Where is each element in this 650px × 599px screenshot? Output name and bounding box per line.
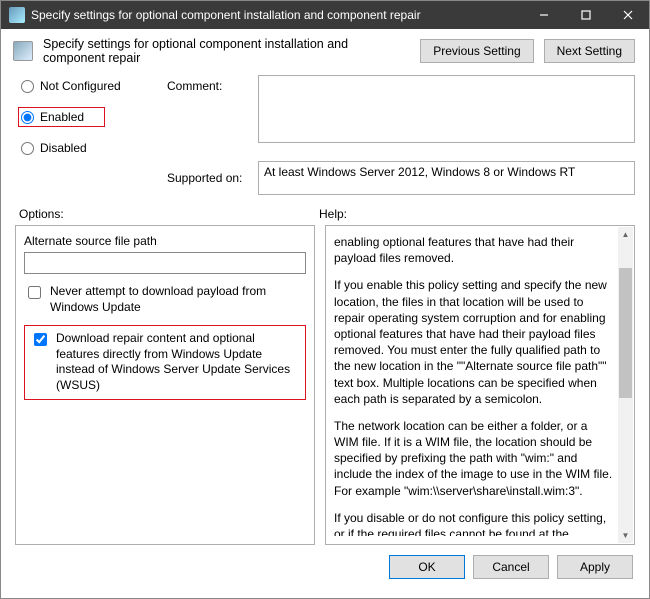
alternate-path-input[interactable] — [24, 252, 306, 274]
scrollbar[interactable]: ▲ ▼ — [618, 227, 633, 543]
help-paragraph: If you enable this policy setting and sp… — [334, 277, 614, 407]
download-repair-row[interactable]: Download repair content and optional fea… — [30, 331, 300, 393]
comment-label: Comment: — [167, 75, 252, 93]
help-paragraph: The network location can be either a fol… — [334, 418, 614, 499]
never-download-row[interactable]: Never attempt to download payload from W… — [24, 284, 306, 315]
never-download-checkbox[interactable] — [28, 286, 41, 299]
comment-textarea[interactable] — [258, 75, 635, 143]
supported-on-box — [258, 161, 635, 195]
close-button[interactable] — [607, 1, 649, 29]
window-title: Specify settings for optional component … — [31, 8, 421, 22]
help-paragraph: enabling optional features that have had… — [334, 234, 614, 266]
radio-enabled-input[interactable] — [21, 111, 34, 124]
radio-disabled-input[interactable] — [21, 142, 34, 155]
cancel-button[interactable]: Cancel — [473, 555, 549, 579]
page-title: Specify settings for optional component … — [43, 37, 393, 65]
radio-enabled[interactable]: Enabled — [21, 110, 84, 124]
titlebar: Specify settings for optional component … — [1, 1, 649, 29]
supported-on-label: Supported on: — [167, 171, 252, 185]
minimize-button[interactable] — [523, 1, 565, 29]
ok-button[interactable]: OK — [389, 555, 465, 579]
help-panel: enabling optional features that have had… — [325, 225, 635, 545]
radio-not-configured-input[interactable] — [21, 80, 34, 93]
alternate-path-label: Alternate source file path — [24, 234, 306, 248]
app-icon — [9, 7, 25, 23]
radio-label: Enabled — [40, 110, 84, 124]
never-download-label: Never attempt to download payload from W… — [50, 284, 306, 315]
radio-label: Not Configured — [40, 79, 121, 93]
policy-icon — [13, 41, 33, 61]
download-repair-checkbox[interactable] — [34, 333, 47, 346]
header: Specify settings for optional component … — [1, 29, 649, 75]
download-repair-label: Download repair content and optional fea… — [56, 331, 300, 393]
options-label: Options: — [19, 207, 319, 221]
scroll-up-icon[interactable]: ▲ — [618, 227, 633, 242]
help-paragraph: If you disable or do not configure this … — [334, 510, 614, 536]
next-setting-button[interactable]: Next Setting — [544, 39, 635, 63]
radio-not-configured[interactable]: Not Configured — [21, 79, 161, 93]
options-panel: Alternate source file path Never attempt… — [15, 225, 315, 545]
previous-setting-button[interactable]: Previous Setting — [420, 39, 533, 63]
apply-button[interactable]: Apply — [557, 555, 633, 579]
radio-label: Disabled — [40, 141, 87, 155]
radio-disabled[interactable]: Disabled — [21, 141, 161, 155]
help-label: Help: — [319, 207, 347, 221]
scroll-thumb[interactable] — [619, 268, 632, 398]
scroll-down-icon[interactable]: ▼ — [618, 528, 633, 543]
help-content: enabling optional features that have had… — [334, 234, 630, 536]
maximize-button[interactable] — [565, 1, 607, 29]
